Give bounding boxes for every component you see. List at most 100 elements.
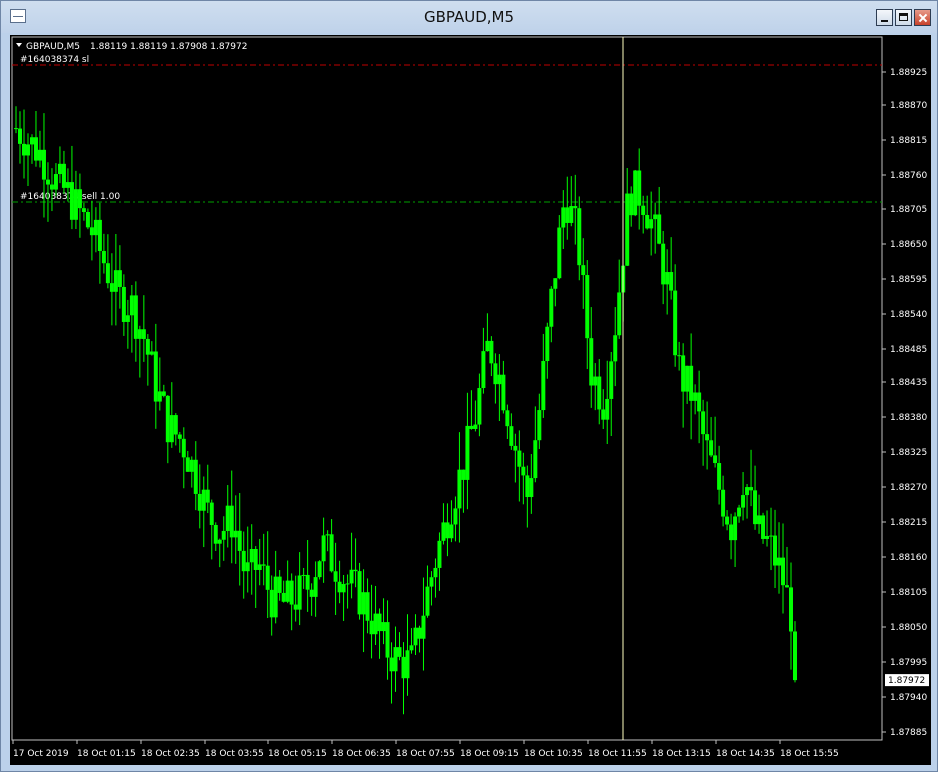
- candle-body: [313, 577, 318, 597]
- candle-body: [233, 530, 238, 538]
- candle-body: [597, 376, 602, 410]
- candle-body: [433, 567, 438, 578]
- candle-body: [749, 487, 754, 491]
- candle-body: [437, 540, 442, 568]
- price-chart[interactable]: 1.88925 1.88870 1.88815 1.88760 1.88705 1.886…: [10, 35, 931, 765]
- candle-body: [501, 374, 506, 411]
- y-tick-label: 1.87995: [890, 658, 927, 668]
- candle-body: [113, 270, 118, 292]
- candle-body: [205, 489, 210, 503]
- candle-body: [165, 395, 170, 443]
- candle-body: [485, 340, 490, 352]
- candle-body: [533, 440, 538, 479]
- candle-body: [229, 505, 234, 538]
- candle-body: [77, 189, 82, 209]
- candle-body: [601, 409, 606, 420]
- candle-body: [457, 469, 462, 509]
- candle-body: [637, 170, 642, 206]
- candle-body: [765, 536, 770, 539]
- candle-body: [673, 290, 678, 356]
- candle-body: [73, 189, 78, 220]
- candle-body: [213, 524, 218, 544]
- candle-body: [445, 522, 450, 539]
- candle-body: [353, 569, 358, 572]
- candle-body: [505, 410, 510, 427]
- candle-body: [269, 589, 274, 618]
- candle-body: [745, 487, 750, 496]
- candle-body: [49, 184, 54, 190]
- candle-body: [589, 338, 594, 386]
- candle-body: [301, 574, 306, 576]
- window-title: GBPAUD,M5: [423, 8, 515, 26]
- candle-body: [725, 516, 730, 525]
- candle-body: [309, 589, 314, 597]
- y-tick-label: 1.88380: [890, 413, 927, 423]
- candle-body: [453, 508, 458, 525]
- candle-body: [289, 580, 294, 605]
- title-bar[interactable]: GBPAUD,M5: [1, 1, 937, 33]
- candle-body: [33, 137, 38, 161]
- x-tick-label: 18 Oct 13:15: [652, 749, 711, 759]
- candle-body: [417, 627, 422, 639]
- candle-body: [185, 457, 190, 472]
- candle-body: [277, 576, 282, 593]
- candle-body: [57, 163, 62, 175]
- close-button[interactable]: [914, 9, 931, 26]
- candle-body: [361, 592, 366, 615]
- candle-body: [421, 615, 426, 639]
- y-tick-label: 1.87885: [890, 728, 927, 738]
- candle-body: [125, 315, 130, 322]
- candle-body: [161, 391, 166, 396]
- minimize-button[interactable]: [876, 9, 893, 26]
- y-tick-label: 1.88595: [890, 275, 927, 285]
- candle-body: [377, 613, 382, 632]
- candle-body: [509, 426, 514, 446]
- candle-body: [245, 562, 250, 572]
- candle-body: [109, 283, 114, 292]
- candle-body: [529, 478, 534, 498]
- candle-body: [141, 329, 146, 339]
- candle-body: [629, 193, 634, 216]
- candle-body: [253, 549, 258, 570]
- plot-border: [11, 36, 883, 741]
- y-tick-label: 1.88325: [890, 448, 927, 458]
- candle-body: [773, 535, 778, 566]
- candle-body: [521, 466, 526, 476]
- x-tick-label: 18 Oct 14:35: [716, 749, 775, 759]
- candle-body: [789, 587, 794, 632]
- candle-body: [97, 219, 102, 251]
- maximize-button[interactable]: [895, 9, 912, 26]
- candle-body: [345, 583, 350, 585]
- candle-body: [605, 398, 610, 420]
- candle-body: [425, 586, 430, 616]
- x-tick-label: 18 Oct 09:15: [460, 749, 519, 759]
- candle-body: [369, 620, 374, 635]
- y-tick-label: 1.88705: [890, 205, 927, 215]
- candle-body: [497, 374, 502, 385]
- candle-body: [325, 534, 330, 536]
- candle-body: [249, 549, 254, 563]
- candle-body: [689, 365, 694, 401]
- candle-body: [349, 569, 354, 584]
- x-tick-label: 18 Oct 10:35: [524, 749, 583, 759]
- candle-body: [221, 530, 226, 540]
- candle-body: [717, 463, 722, 490]
- candle-body: [577, 208, 582, 266]
- candle-body: [321, 535, 326, 562]
- x-tick-label: 18 Oct 05:15: [268, 749, 327, 759]
- x-tick-label: 17 Oct 2019: [13, 749, 69, 759]
- current-price-label: 1.87972: [888, 676, 925, 686]
- candle-body: [297, 575, 302, 610]
- candle-body: [741, 495, 746, 508]
- header-menu-arrow-icon: [16, 43, 22, 47]
- chart-area[interactable]: 1.88925 1.88870 1.88815 1.88760 1.88705 1.886…: [10, 35, 931, 765]
- candle-body: [553, 278, 558, 289]
- candle-body: [737, 507, 742, 517]
- chart-header-symbol: GBPAUD,M5: [26, 42, 80, 52]
- candle-body: [581, 265, 586, 276]
- y-tick-label: 1.88485: [890, 345, 927, 355]
- candle-body: [721, 489, 726, 517]
- candle-body: [105, 263, 110, 284]
- y-tick-label: 1.88540: [890, 310, 927, 320]
- candle-body: [785, 585, 790, 588]
